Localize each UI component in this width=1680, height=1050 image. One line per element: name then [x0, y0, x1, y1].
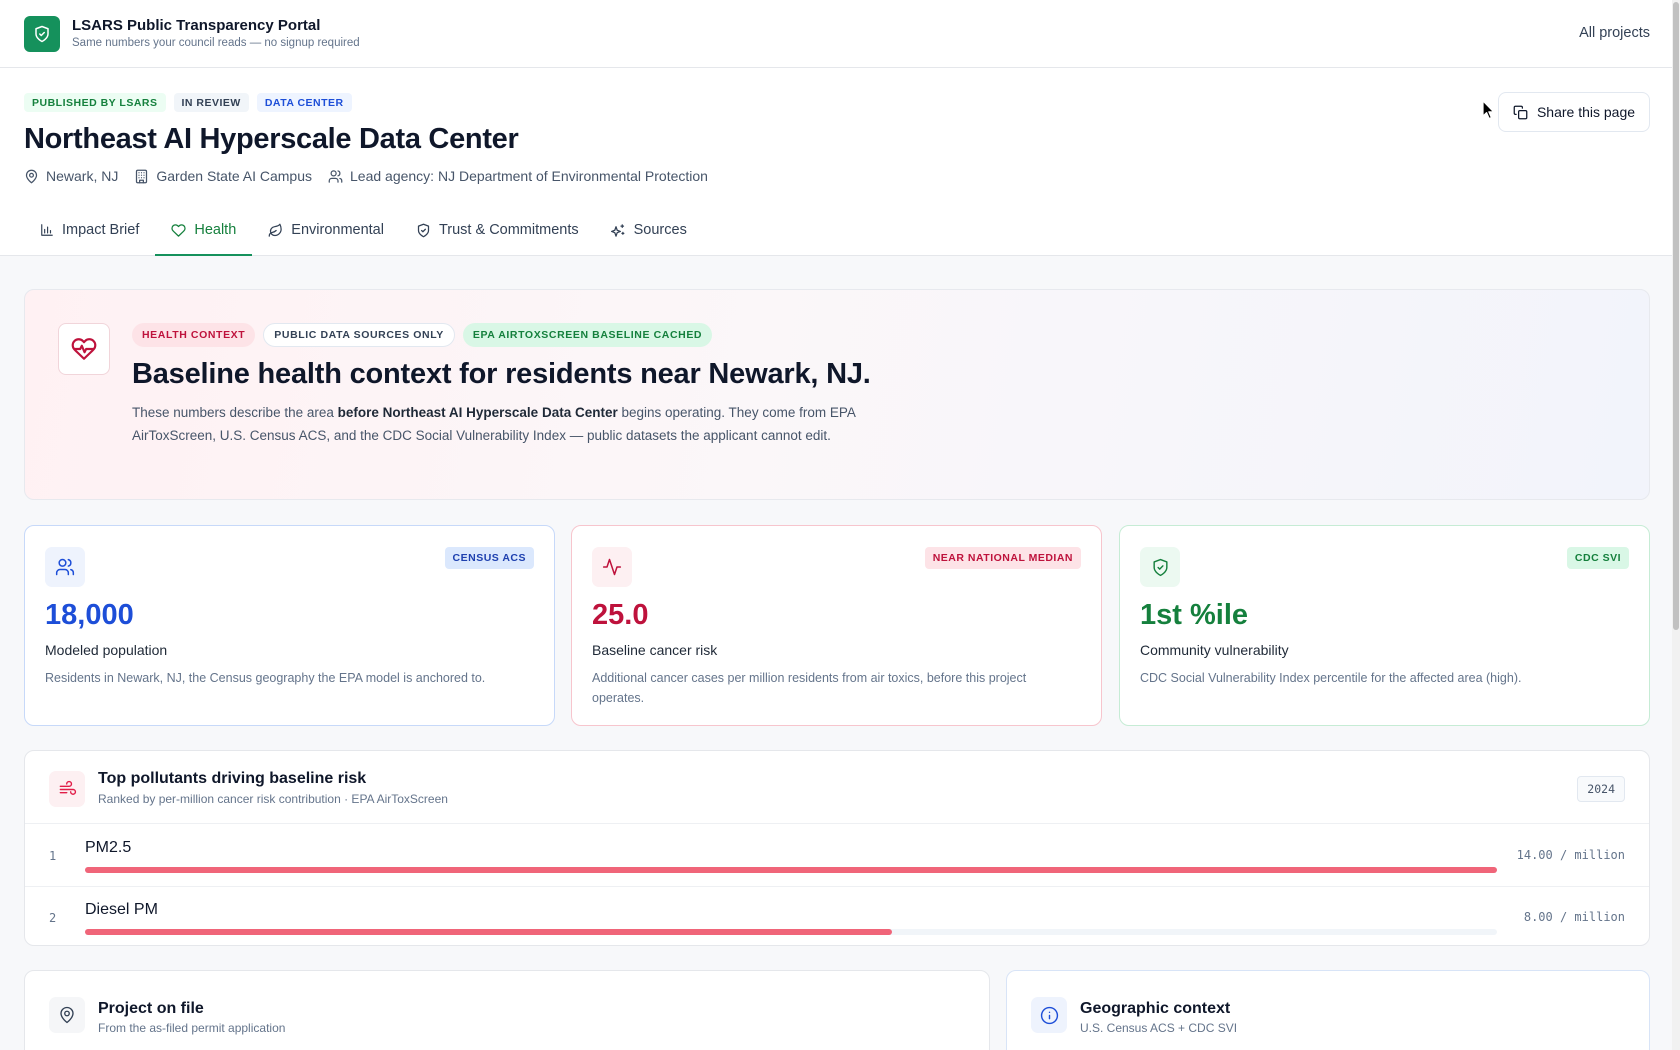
project-meta: Newark, NJ Garden State AI Campus Lead a…	[24, 168, 708, 184]
card-title: Geographic context	[1080, 1000, 1231, 1017]
pollutant-bar-fill	[85, 929, 892, 935]
health-context-chip: HEALTH CONTEXT	[132, 323, 256, 347]
pollutant-name: Diesel PM	[85, 901, 158, 918]
tab-label: Health	[194, 222, 237, 238]
year-badge: 2024	[1577, 776, 1625, 802]
shield-check-icon	[1140, 547, 1180, 587]
share-page-button[interactable]: Share this page	[1498, 92, 1650, 132]
pollutants-header: Top pollutants driving baseline risk Ran…	[25, 751, 1649, 824]
stat-value: 25.0	[592, 599, 649, 631]
project-chips: PUBLISHED BY LSARS IN REVIEW DATA CENTER	[24, 93, 352, 112]
stat-description: CDC Social Vulnerability Index percentil…	[1140, 671, 1522, 685]
campus-meta: Garden State AI Campus	[134, 168, 312, 184]
category-chip: DATA CENTER	[256, 93, 352, 112]
stat-label: Baseline cancer risk	[592, 642, 718, 658]
agency-meta: Lead agency: NJ Department of Environmen…	[328, 168, 708, 184]
activity-icon	[592, 547, 632, 587]
pollutant-bar-track	[85, 867, 1497, 873]
tab-trust-commitments[interactable]: Trust & Commitments	[400, 206, 595, 256]
tab-label: Sources	[633, 222, 687, 238]
pollutant-bar-track	[85, 929, 1497, 935]
stat-card-vulnerability: CDC SVI 1st %ile Community vulnerability…	[1119, 525, 1650, 726]
users-icon	[45, 547, 85, 587]
pollutant-value: 14.00 / million	[1516, 848, 1625, 862]
map-pin-icon	[25, 169, 38, 183]
status-chip: IN REVIEW	[173, 93, 249, 112]
stat-value: 18,000	[45, 599, 134, 631]
pollutant-name: PM2.5	[85, 839, 132, 856]
sparkles-icon	[610, 223, 625, 237]
stat-card-population: CENSUS ACS 18,000 Modeled population Res…	[24, 525, 555, 726]
heart-icon	[171, 223, 186, 237]
stat-label: Modeled population	[45, 642, 168, 658]
pollutants-card: Top pollutants driving baseline risk Ran…	[24, 750, 1650, 946]
card-title: Project on file	[98, 1000, 204, 1017]
info-icon	[1031, 997, 1067, 1033]
hero-title: Baseline health context for residents ne…	[132, 358, 871, 390]
stat-badge: NEAR NATIONAL MEDIAN	[924, 547, 1081, 569]
stat-badge: CENSUS ACS	[444, 547, 534, 569]
shield-logo-icon[interactable]	[24, 16, 60, 52]
pollutants-subtitle: Ranked by per-million cancer risk contri…	[98, 792, 448, 806]
agency-text: Lead agency: NJ Department of Environmen…	[350, 168, 708, 184]
stat-label: Community vulnerability	[1140, 642, 1289, 658]
heartbeat-icon	[58, 323, 110, 375]
leaf-icon	[268, 223, 283, 237]
building-icon	[136, 169, 148, 183]
tab-bar: Impact Brief Health Environmental Trust …	[24, 206, 703, 256]
tab-label: Environmental	[291, 222, 384, 238]
hero-description: These numbers describe the area before N…	[132, 405, 856, 443]
scrollbar-thumb[interactable]	[1673, 2, 1679, 630]
users-icon	[328, 169, 343, 183]
stat-card-cancer-risk: NEAR NATIONAL MEDIAN 25.0 Baseline cance…	[571, 525, 1102, 726]
pollutant-rank: 1	[49, 849, 57, 863]
stat-value: 1st %ile	[1140, 599, 1248, 631]
pollutants-title: Top pollutants driving baseline risk	[98, 770, 367, 787]
pollutant-row: 1 PM2.5 14.00 / million	[25, 825, 1649, 886]
app-subtitle: Same numbers your council reads — no sig…	[72, 37, 360, 49]
hero-description-bold: before Northeast AI Hyperscale Data Cent…	[337, 405, 618, 420]
card-subtitle: From the as-filed permit application	[98, 1021, 286, 1035]
stat-badge: CDC SVI	[1566, 547, 1629, 569]
shield-check-icon	[417, 223, 430, 237]
tab-impact-brief[interactable]: Impact Brief	[24, 206, 155, 256]
mouse-cursor-icon	[1482, 100, 1495, 120]
map-pin-icon	[49, 997, 85, 1033]
tab-environmental[interactable]: Environmental	[252, 206, 400, 256]
project-on-file-card: Project on file From the as-filed permit…	[24, 970, 990, 1050]
tab-health[interactable]: Health	[155, 206, 253, 256]
hero-chips: HEALTH CONTEXT PUBLIC DATA SOURCES ONLY …	[132, 323, 713, 347]
public-data-chip: PUBLIC DATA SOURCES ONLY	[263, 323, 455, 347]
tab-label: Impact Brief	[62, 222, 140, 238]
tab-sources[interactable]: Sources	[595, 206, 703, 256]
location-text: Newark, NJ	[46, 168, 119, 184]
tab-label: Trust & Commitments	[438, 222, 579, 238]
location-meta: Newark, NJ	[24, 168, 118, 184]
pollutant-rank: 2	[49, 911, 57, 925]
geographic-context-card: Geographic context U.S. Census ACS + CDC…	[1006, 970, 1650, 1050]
page-title: Northeast AI Hyperscale Data Center	[24, 123, 519, 155]
stat-description: Additional cancer cases per million resi…	[592, 671, 1027, 705]
project-header: PUBLISHED BY LSARS IN REVIEW DATA CENTER…	[0, 68, 1672, 256]
page-scrollbar[interactable]	[1672, 0, 1680, 1050]
bar-chart-icon	[41, 224, 53, 236]
all-projects-link[interactable]: All projects	[1579, 25, 1650, 41]
card-subtitle: U.S. Census ACS + CDC SVI	[1080, 1021, 1238, 1035]
published-chip: PUBLISHED BY LSARS	[24, 93, 166, 112]
app-title: LSARS Public Transparency Portal	[72, 17, 321, 34]
top-bar: LSARS Public Transparency Portal Same nu…	[0, 0, 1672, 68]
baseline-cached-chip: EPA AIRTOXSCREEN BASELINE CACHED	[462, 323, 713, 347]
pollutant-value: 8.00 / million	[1523, 910, 1625, 924]
stat-description: Residents in Newark, NJ, the Census geog…	[45, 671, 486, 685]
health-context-hero: HEALTH CONTEXT PUBLIC DATA SOURCES ONLY …	[24, 289, 1650, 500]
campus-text: Garden State AI Campus	[156, 168, 312, 184]
pollutant-row: 2 Diesel PM 8.00 / million	[25, 886, 1649, 947]
share-label: Share this page	[1536, 104, 1636, 120]
wind-icon	[49, 771, 85, 807]
copy-icon	[1513, 105, 1528, 119]
pollutant-bar-fill	[85, 867, 1497, 873]
